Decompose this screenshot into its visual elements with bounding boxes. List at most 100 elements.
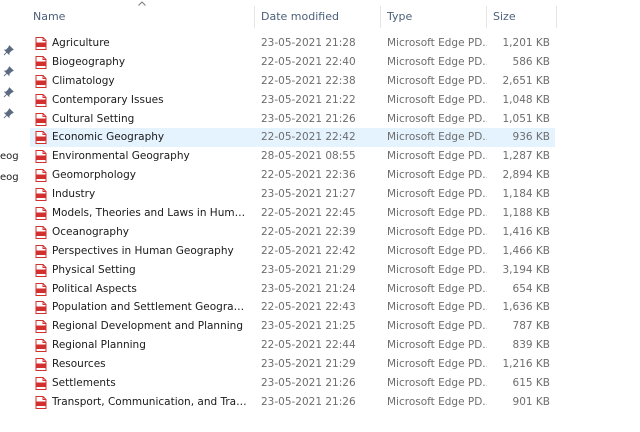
file-size: 654 KB <box>512 282 550 295</box>
file-name: Biogeography <box>52 55 126 68</box>
file-size: 936 KB <box>512 131 550 144</box>
file-type: Microsoft Edge PD... <box>387 207 487 220</box>
pin-icon[interactable] <box>3 108 14 119</box>
file-name: Transport, Communication, and Trade <box>52 395 248 408</box>
file-name: Climatology <box>52 74 115 87</box>
file-size: 586 KB <box>512 55 550 68</box>
nav-item-label[interactable]: eog <box>0 172 19 183</box>
pdf-file-icon <box>35 131 47 145</box>
file-size: 1,051 KB <box>502 112 551 125</box>
file-name: Agriculture <box>52 37 110 49</box>
file-date-modified: 22-05-2021 22:42 <box>261 244 356 257</box>
file-date-modified: 23-05-2021 21:22 <box>261 93 356 106</box>
file-row[interactable]: Population and Settlement Geography 22-05… <box>30 298 555 317</box>
file-size: 1,048 KB <box>502 93 551 106</box>
file-type: Microsoft Edge PD... <box>387 74 487 87</box>
file-type: Microsoft Edge PD... <box>387 150 487 163</box>
file-row[interactable]: Models, Theories and Laws in Human Ge...… <box>30 204 555 223</box>
pdf-file-icon <box>35 37 47 50</box>
pdf-file-icon <box>35 207 47 221</box>
pdf-file-icon <box>35 377 47 391</box>
pdf-file-icon <box>35 339 47 353</box>
file-size: 787 KB <box>512 320 550 333</box>
file-type: Microsoft Edge PD... <box>387 263 487 276</box>
file-size: 1,466 KB <box>502 244 551 257</box>
column-header-type[interactable]: Type <box>381 6 487 28</box>
file-row[interactable]: Contemporary Issues 23-05-2021 21:22 Micro… <box>30 91 555 110</box>
file-size: 1,636 KB <box>502 301 551 314</box>
file-row[interactable]: Regional Planning 22-05-2021 22:44 Microso… <box>30 336 555 355</box>
pdf-file-icon <box>35 358 47 372</box>
file-type: Microsoft Edge PD... <box>387 225 487 238</box>
pdf-file-icon <box>35 225 47 239</box>
pin-icon[interactable] <box>3 66 14 77</box>
file-size: 1,188 KB <box>502 207 551 220</box>
file-size: 839 KB <box>512 339 550 352</box>
file-row[interactable]: Environmental Geography 28-05-2021 08:55 M… <box>30 147 555 166</box>
file-date-modified: 23-05-2021 21:24 <box>261 282 356 295</box>
file-row[interactable]: Political Aspects 23-05-2021 21:24 Microso… <box>30 280 555 299</box>
file-row[interactable]: Biogeography 22-05-2021 22:40 Microsoft Ed… <box>30 53 555 72</box>
nav-item-label[interactable]: eog <box>0 151 19 162</box>
file-name: Models, Theories and Laws in Human Ge... <box>52 207 248 220</box>
file-row[interactable]: Perspectives in Human Geography 22-05-202… <box>30 242 555 261</box>
file-size: 1,201 KB <box>502 37 551 49</box>
pdf-file-icon <box>35 282 47 296</box>
file-row[interactable]: Geomorphology 22-05-2021 22:36 Microsoft E… <box>30 166 555 185</box>
file-date-modified: 22-05-2021 22:42 <box>261 131 356 144</box>
pdf-file-icon <box>35 244 47 258</box>
column-header-size[interactable]: Size <box>487 6 557 28</box>
file-row[interactable]: Cultural Setting 23-05-2021 21:26 Microsof… <box>30 110 555 129</box>
file-date-modified: 22-05-2021 22:40 <box>261 55 356 68</box>
file-date-modified: 23-05-2021 21:25 <box>261 320 356 333</box>
file-name: Oceanography <box>52 225 129 238</box>
file-row[interactable]: Industry 23-05-2021 21:27 Microsoft Edge P… <box>30 185 555 204</box>
file-size: 2,651 KB <box>502 74 551 87</box>
file-row[interactable]: Economic Geography 22-05-2021 22:42 Micros… <box>30 128 555 148</box>
file-type: Microsoft Edge PD... <box>387 37 487 49</box>
file-type: Microsoft Edge PD... <box>387 282 487 295</box>
file-size: 1,184 KB <box>502 188 551 201</box>
file-name: Settlements <box>52 377 116 390</box>
pdf-file-icon <box>35 150 47 164</box>
file-size: 2,894 KB <box>502 169 551 182</box>
navigation-pane: eog eog <box>0 0 20 432</box>
pdf-file-icon <box>35 320 47 334</box>
pdf-file-icon <box>35 188 47 202</box>
file-row[interactable]: Physical Setting 23-05-2021 21:29 Microsof… <box>30 261 555 280</box>
file-row[interactable]: Resources 23-05-2021 21:29 Microsoft Edge … <box>30 355 555 374</box>
file-date-modified: 22-05-2021 22:38 <box>261 74 356 87</box>
file-row[interactable]: Regional Development and Planning 23-05-2… <box>30 317 555 336</box>
file-row[interactable]: Oceanography 22-05-2021 22:39 Microsoft Ed… <box>30 223 555 242</box>
file-name: Contemporary Issues <box>52 93 164 106</box>
pin-icon[interactable] <box>3 87 14 98</box>
file-type: Microsoft Edge PD... <box>387 188 487 201</box>
pdf-file-icon <box>35 263 47 277</box>
file-row[interactable]: Climatology 22-05-2021 22:38 Microsoft Edg… <box>30 72 555 91</box>
file-date-modified: 28-05-2021 08:55 <box>261 150 356 163</box>
file-name: Physical Setting <box>52 263 136 276</box>
file-row[interactable]: Transport, Communication, and Trade 23-05… <box>30 393 555 412</box>
file-type: Microsoft Edge PD... <box>387 131 487 144</box>
file-name: Population and Settlement Geography <box>52 301 248 314</box>
file-size: 1,416 KB <box>502 225 551 238</box>
file-type: Microsoft Edge PD... <box>387 301 487 314</box>
file-date-modified: 23-05-2021 21:26 <box>261 395 356 408</box>
column-header-name[interactable]: Name <box>27 6 255 28</box>
file-type: Microsoft Edge PD... <box>387 339 487 352</box>
file-list: Agriculture 23-05-2021 21:28 Microsoft Edg… <box>30 34 555 412</box>
pin-icon[interactable] <box>3 45 14 56</box>
file-date-modified: 23-05-2021 21:26 <box>261 112 356 125</box>
file-type: Microsoft Edge PD... <box>387 395 487 408</box>
file-type: Microsoft Edge PD... <box>387 377 487 390</box>
file-name: Cultural Setting <box>52 112 135 125</box>
file-row[interactable]: Agriculture 23-05-2021 21:28 Microsoft Edg… <box>30 34 555 53</box>
file-size: 901 KB <box>512 395 550 408</box>
column-header-date-modified[interactable]: Date modified <box>255 6 381 28</box>
pdf-file-icon <box>35 55 47 69</box>
file-row[interactable]: Settlements 23-05-2021 21:26 Microsoft Edg… <box>30 374 555 393</box>
file-name: Regional Development and Planning <box>52 320 243 333</box>
file-date-modified: 22-05-2021 22:44 <box>261 339 356 352</box>
file-name: Geomorphology <box>52 169 136 182</box>
file-name: Resources <box>52 358 106 371</box>
